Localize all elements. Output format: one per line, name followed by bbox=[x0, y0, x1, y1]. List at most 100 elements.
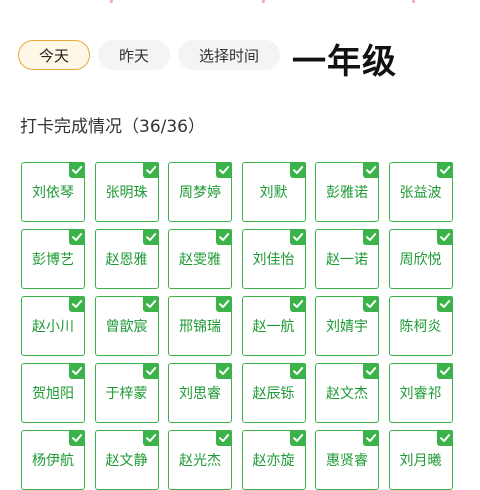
student-name: 刘默 bbox=[259, 185, 288, 201]
student-card[interactable]: 于梓蒙 bbox=[94, 363, 159, 423]
student-card[interactable]: 彭雅诺 bbox=[315, 162, 379, 222]
divider bbox=[110, 0, 113, 3]
student-name: 赵辰铄 bbox=[252, 386, 295, 402]
checkmark-icon bbox=[216, 296, 232, 312]
checkmark-icon bbox=[69, 363, 85, 379]
student-card[interactable]: 赵光杰 bbox=[168, 430, 232, 490]
student-name: 张明珠 bbox=[105, 185, 148, 201]
student-card[interactable]: 赵小川 bbox=[21, 296, 85, 356]
student-card[interactable]: 赵文静 bbox=[94, 430, 159, 490]
student-name: 赵恩雅 bbox=[105, 252, 148, 268]
student-name: 杨伊航 bbox=[32, 453, 74, 469]
checkmark-icon bbox=[216, 363, 232, 379]
date-tabs: 今天 昨天 选择时间 bbox=[18, 40, 281, 70]
student-name: 彭博艺 bbox=[32, 252, 74, 268]
student-card[interactable]: 张明珠 bbox=[94, 162, 159, 222]
student-name: 刘佳怡 bbox=[252, 252, 295, 268]
checkmark-icon bbox=[289, 229, 306, 245]
top-strip bbox=[0, 0, 480, 8]
student-card[interactable]: 赵一诺 bbox=[315, 229, 379, 289]
student-name: 贺旭阳 bbox=[32, 386, 74, 402]
student-name: 刘睿祁 bbox=[399, 386, 442, 402]
student-card[interactable]: 陈柯炎 bbox=[388, 296, 453, 356]
checkmark-icon bbox=[69, 430, 85, 446]
student-name: 曾歆宸 bbox=[105, 319, 148, 335]
checkin-summary: 打卡完成情况（36/36） bbox=[20, 117, 205, 137]
student-name: 陈柯炎 bbox=[399, 319, 442, 335]
student-name: 于梓蒙 bbox=[105, 386, 148, 402]
student-name: 刘婧宇 bbox=[326, 319, 368, 335]
checkmark-icon bbox=[363, 430, 379, 446]
student-name: 赵亦旋 bbox=[252, 453, 295, 469]
student-card[interactable]: 赵亦旋 bbox=[241, 430, 306, 490]
student-name: 周梦婷 bbox=[179, 185, 221, 201]
student-card[interactable]: 赵一航 bbox=[241, 296, 306, 356]
checkmark-icon bbox=[289, 296, 306, 312]
student-card[interactable]: 赵恩雅 bbox=[94, 229, 159, 289]
checkmark-icon bbox=[436, 229, 453, 245]
student-card[interactable]: 刘思睿 bbox=[168, 363, 232, 423]
checkmark-icon bbox=[436, 363, 453, 379]
student-name: 赵光杰 bbox=[179, 453, 221, 469]
student-card[interactable]: 周欣悦 bbox=[388, 229, 453, 289]
divider bbox=[262, 0, 265, 3]
checkmark-icon bbox=[69, 229, 85, 245]
student-name: 赵雯雅 bbox=[179, 252, 221, 268]
checkmark-icon bbox=[216, 229, 232, 245]
checkmark-icon bbox=[216, 162, 232, 178]
student-card[interactable]: 赵文杰 bbox=[315, 363, 379, 423]
student-name: 刘依琴 bbox=[32, 185, 74, 201]
student-card[interactable]: 贺旭阳 bbox=[21, 363, 85, 423]
student-card[interactable]: 刘睿祁 bbox=[388, 363, 453, 423]
student-card[interactable]: 刘佳怡 bbox=[241, 229, 306, 289]
checkmark-icon bbox=[289, 430, 306, 446]
student-card[interactable]: 刘月曦 bbox=[388, 430, 453, 490]
student-card[interactable]: 周梦婷 bbox=[168, 162, 232, 222]
checkmark-icon bbox=[142, 162, 159, 178]
student-name: 赵文杰 bbox=[326, 386, 368, 402]
checkmark-icon bbox=[142, 296, 159, 312]
tab-select-time[interactable]: 选择时间 bbox=[178, 40, 281, 70]
student-name: 赵一航 bbox=[252, 319, 295, 335]
student-name: 惠贤睿 bbox=[326, 453, 368, 469]
checkmark-icon bbox=[142, 430, 159, 446]
student-name: 张益波 bbox=[399, 185, 442, 201]
checkmark-icon bbox=[363, 229, 379, 245]
checkmark-icon bbox=[69, 296, 85, 312]
student-card[interactable]: 彭博艺 bbox=[21, 229, 85, 289]
student-card[interactable]: 张益波 bbox=[388, 162, 453, 222]
grade-title: 一年级 bbox=[292, 42, 397, 82]
checkmark-icon bbox=[363, 162, 379, 178]
tab-yesterday[interactable]: 昨天 bbox=[98, 40, 171, 70]
checkmark-icon bbox=[363, 296, 379, 312]
student-name: 周欣悦 bbox=[399, 252, 442, 268]
checkmark-icon bbox=[289, 162, 306, 178]
divider bbox=[412, 0, 415, 3]
student-card[interactable]: 曾歆宸 bbox=[94, 296, 159, 356]
checkmark-icon bbox=[216, 430, 232, 446]
student-card[interactable]: 赵辰铄 bbox=[241, 363, 306, 423]
checkmark-icon bbox=[142, 229, 159, 245]
student-grid: 刘依琴 张明珠 周梦婷 刘默 彭雅诺 张益波彭博艺 赵恩雅 赵雯雅 刘佳怡 赵一诺 周欣悦赵小川 曾歆… bbox=[21, 162, 461, 490]
student-card[interactable]: 刘默 bbox=[241, 162, 306, 222]
student-card[interactable]: 刘婧宇 bbox=[315, 296, 379, 356]
student-name: 赵文静 bbox=[105, 453, 148, 469]
student-name: 刘思睿 bbox=[179, 386, 221, 402]
student-name: 彭雅诺 bbox=[326, 185, 368, 201]
student-name: 刘月曦 bbox=[399, 453, 442, 469]
student-name: 赵一诺 bbox=[326, 252, 368, 268]
checkmark-icon bbox=[142, 363, 159, 379]
student-card[interactable]: 刘依琴 bbox=[21, 162, 85, 222]
student-card[interactable]: 赵雯雅 bbox=[168, 229, 232, 289]
student-card[interactable]: 惠贤睿 bbox=[315, 430, 379, 490]
checkmark-icon bbox=[363, 363, 379, 379]
checkmark-icon bbox=[436, 162, 453, 178]
checkmark-icon bbox=[436, 430, 453, 446]
checkmark-icon bbox=[69, 162, 85, 178]
tab-today[interactable]: 今天 bbox=[18, 40, 91, 70]
student-card[interactable]: 杨伊航 bbox=[21, 430, 85, 490]
checkmark-icon bbox=[289, 363, 306, 379]
checkmark-icon bbox=[436, 296, 453, 312]
student-card[interactable]: 邢锦瑞 bbox=[168, 296, 232, 356]
student-name: 邢锦瑞 bbox=[179, 319, 221, 335]
